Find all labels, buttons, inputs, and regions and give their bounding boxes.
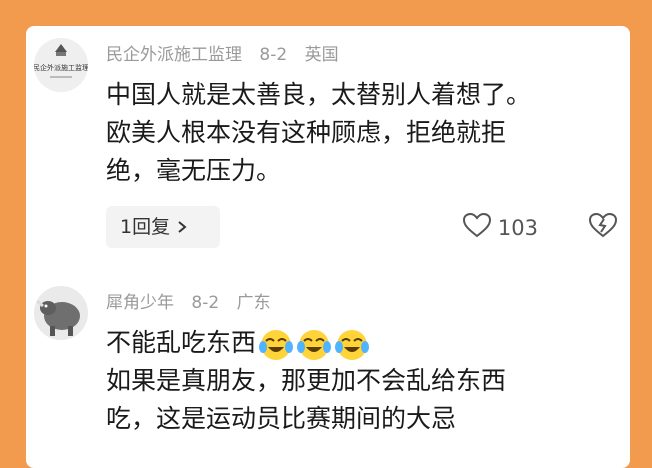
crying-laughing-emoji [334,327,370,361]
like-button[interactable]: 103 [462,212,538,243]
view-replies-button[interactable]: 1回复 [106,206,220,248]
comment-line: 不能乱吃东西 [106,324,616,362]
comment-meta: 民企外派施工监理 8-2 英国 [106,40,351,65]
comment-line: 欧美人根本没有这种顾虑，拒绝就拒 [106,118,507,147]
dislike-button[interactable] [588,212,618,242]
like-count: 103 [497,215,538,240]
comment-item: 犀角少年 8-2 广东 不能乱吃东西 如果是真朋友，那更加不会乱给东西 吃，这是… [26,276,630,468]
comment-meta: 犀角少年 8-2 广东 [106,288,283,313]
dislike-heart-icon [588,212,618,242]
comment-item: 民企外派施工监理 民企外派施工监理 8-2 英国 中国人就是太善良，太替别人着想… [26,26,630,276]
comment-first-line: 不能乱吃东西 [106,328,257,357]
comment-list: 民企外派施工监理 民企外派施工监理 8-2 英国 中国人就是太善良，太替别人着想… [26,26,630,468]
comment-line: 吃，这是运动员比赛期间的大忌 [106,404,457,433]
comment-line: 中国人就是太善良，太替别人着想了。 [106,80,532,109]
comment-date: 8-2 [191,293,220,313]
crying-laughing-emoji [258,327,294,361]
comment-date: 8-2 [259,45,288,65]
username[interactable]: 民企外派施工监理 [106,45,242,65]
username[interactable]: 犀角少年 [106,293,174,313]
chevron-right-icon [176,216,188,238]
svg-text:民企外派施工监理: 民企外派施工监理 [34,63,88,72]
avatar[interactable]: 民企外派施工监理 [34,38,88,92]
comment-line: 如果是真朋友，那更加不会乱给东西 [106,366,507,395]
comment-location: 英国 [304,45,339,65]
reply-label: 1回复 [120,216,171,238]
comment-location: 广东 [236,293,271,313]
heart-icon [462,212,492,243]
crying-laughing-emoji [296,327,332,361]
comment-text: 不能乱吃东西 如果是真朋友，那更加不会乱给东西 吃，这是运动员比赛期间的大忌 [106,324,616,438]
comment-text: 中国人就是太善良，太替别人着想了。 欧美人根本没有这种顾虑，拒绝就拒 绝，毫无压… [106,76,616,190]
comment-line: 绝，毫无压力。 [106,156,282,185]
avatar[interactable] [34,286,88,340]
